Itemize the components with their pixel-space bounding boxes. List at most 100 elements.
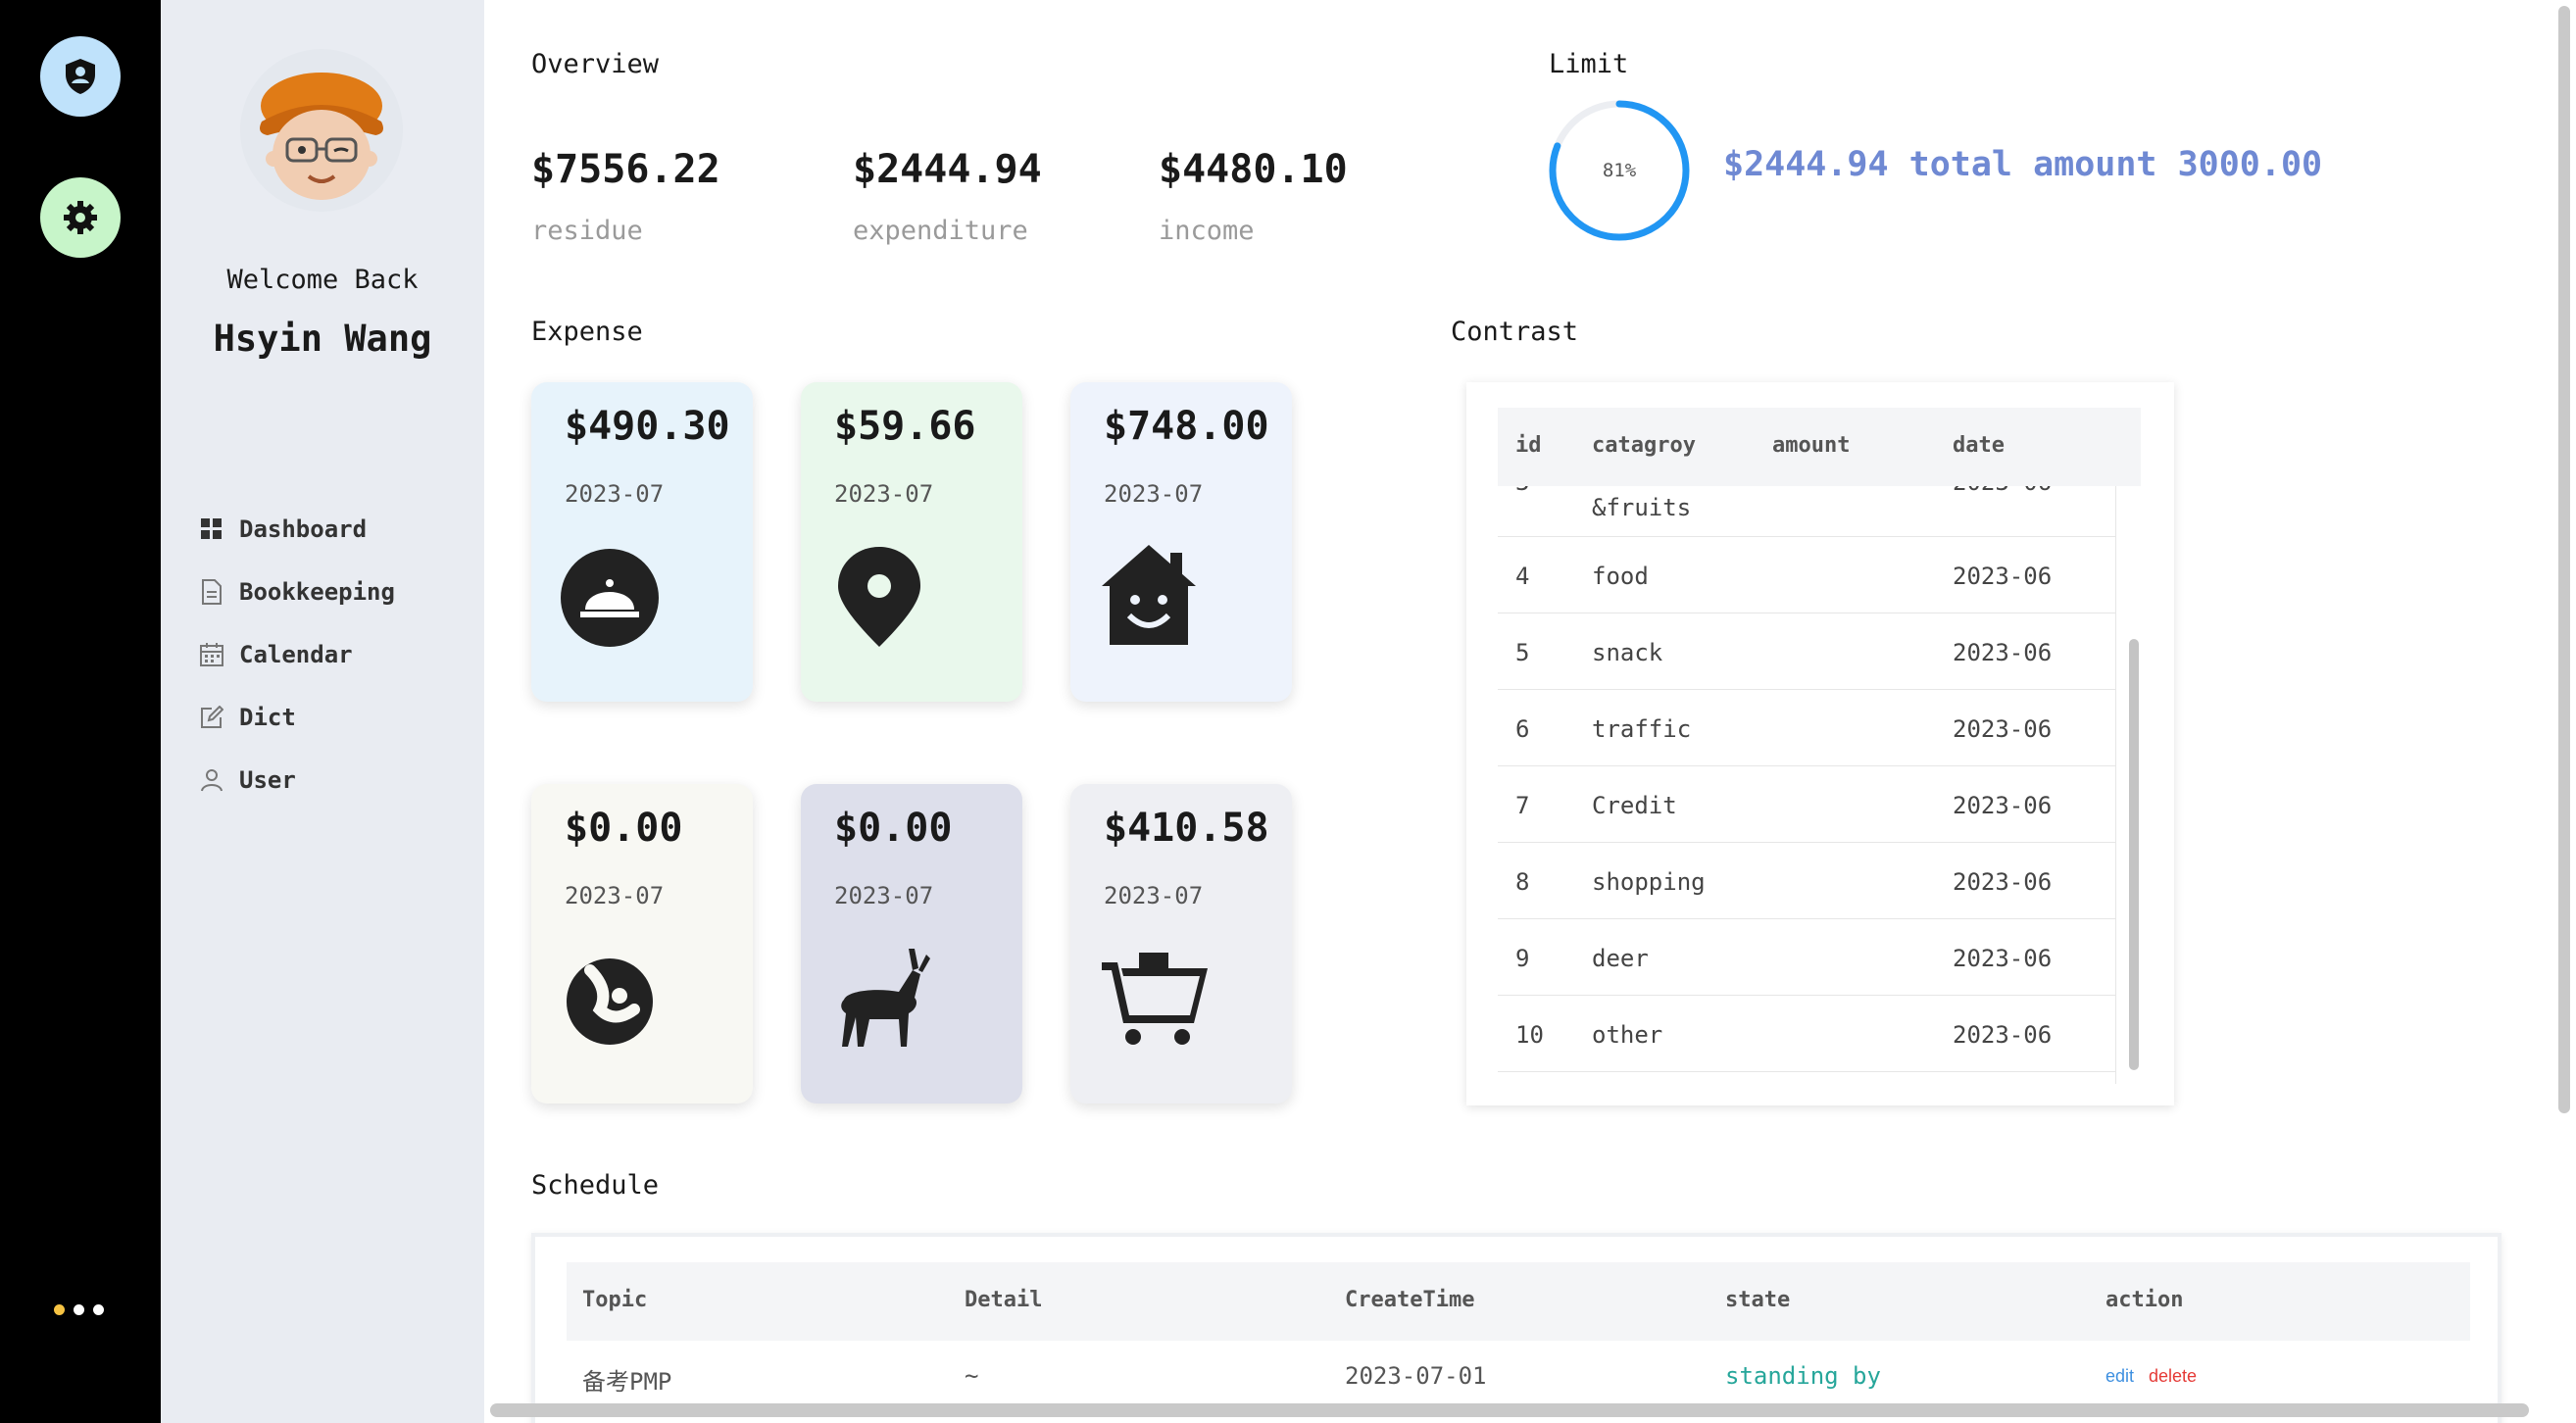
income-label: income	[1159, 216, 1255, 246]
gear-icon[interactable]	[40, 177, 121, 258]
table-row[interactable]: 7 Credit 2023-06	[1498, 766, 2115, 843]
expense-card[interactable]: $0.00 2023-07	[801, 784, 1022, 1104]
sidebar-item-label: Dict	[239, 704, 296, 731]
row-category: shopping	[1592, 868, 1706, 896]
residue-value: $7556.22	[531, 147, 720, 192]
more-dots-icon[interactable]	[54, 1304, 104, 1315]
row-id: 5	[1515, 639, 1530, 666]
expense-card[interactable]: $748.00 2023-07	[1070, 382, 1292, 702]
col-amount[interactable]: amount	[1772, 433, 1850, 458]
limit-progress-ring: 81%	[1547, 98, 1692, 243]
col-createtime: CreateTime	[1345, 1288, 1475, 1312]
main-content: Overview $7556.22 residue $2444.94 expen…	[484, 0, 2556, 1423]
row-date: 2023-06	[1953, 792, 2053, 819]
expenditure-value: $2444.94	[853, 147, 1042, 192]
row-id: 10	[1515, 1021, 1544, 1049]
page-scroll-track	[2554, 0, 2576, 1423]
sidebar-item-label: Bookkeeping	[239, 578, 395, 606]
swirl-icon	[561, 941, 678, 1058]
limit-percent: 81%	[1603, 160, 1637, 181]
shield-user-icon[interactable]	[40, 36, 121, 117]
edit-icon	[200, 706, 223, 729]
location-pin-icon	[830, 539, 948, 657]
row-category: deer	[1592, 945, 1649, 972]
overview-title: Overview	[531, 49, 660, 79]
schedule-title: Schedule	[531, 1170, 660, 1201]
table-row[interactable]: 5 snack 2023-06	[1498, 613, 2115, 690]
expense-date: 2023-07	[1104, 480, 1204, 508]
avatar[interactable]	[240, 49, 403, 212]
row-category: food	[1592, 563, 1649, 590]
sidebar-item-label: Dashboard	[239, 515, 368, 543]
row-id: 8	[1515, 868, 1530, 896]
table-header: id catagroy amount date	[1498, 408, 2141, 486]
table-row[interactable]: 9 deer 2023-06	[1498, 919, 2115, 996]
sidebar-item-label: User	[239, 766, 296, 794]
table-row[interactable]: 10 other 2023-06	[1498, 996, 2115, 1072]
row-date: 2023-06	[1953, 563, 2053, 590]
expense-card[interactable]: $490.30 2023-07	[531, 382, 753, 702]
expenditure-label: expenditure	[853, 216, 1028, 246]
service-bell-icon	[561, 539, 678, 657]
row-state: standing by	[1725, 1362, 1881, 1390]
vertical-scrollbar[interactable]	[2558, 6, 2570, 1113]
expense-title: Expense	[531, 317, 643, 347]
edit-link[interactable]: edit	[2105, 1366, 2134, 1387]
grid-icon	[200, 517, 223, 541]
table-row[interactable]: 4 food 2023-06	[1498, 537, 2115, 613]
calendar-icon	[200, 643, 223, 666]
row-id: 6	[1515, 715, 1530, 743]
horizontal-scrollbar[interactable]	[490, 1403, 2529, 1417]
limit-summary: $2444.94 total amount 3000.00	[1723, 145, 2323, 184]
expense-date: 2023-07	[834, 882, 934, 909]
sidebar-nav: Dashboard Bookkeeping Calendar Dict User	[200, 484, 395, 825]
row-id: 7	[1515, 792, 1530, 819]
expense-date: 2023-07	[1104, 882, 1204, 909]
table-row[interactable]: 3 &fruits 2023-06	[1498, 486, 2115, 537]
expense-amount: $410.58	[1104, 806, 1269, 851]
income-value: $4480.10	[1159, 147, 1348, 192]
shopping-cart-icon	[1100, 941, 1217, 1058]
row-date: 2023-06	[1953, 945, 2053, 972]
sidebar-item-label: Calendar	[239, 641, 353, 668]
contrast-title: Contrast	[1451, 317, 1579, 347]
col-category[interactable]: catagroy	[1592, 433, 1696, 458]
row-date: 2023-06	[1953, 639, 2053, 666]
col-date[interactable]: date	[1953, 433, 2005, 458]
row-category: other	[1592, 1021, 1663, 1049]
sidebar: Welcome Back Hsyin Wang Dashboard Bookke…	[161, 0, 484, 1423]
row-category: snack	[1592, 639, 1663, 666]
col-detail: Detail	[965, 1288, 1043, 1312]
row-date: 2023-06	[1953, 868, 2053, 896]
sidebar-item-user[interactable]: User	[200, 735, 395, 825]
expense-card[interactable]: $0.00 2023-07	[531, 784, 753, 1104]
expense-amount: $59.66	[834, 404, 976, 449]
expense-amount: $748.00	[1104, 404, 1269, 449]
welcome-text: Welcome Back	[226, 265, 419, 295]
delete-link[interactable]: delete	[2149, 1366, 2197, 1387]
expense-date: 2023-07	[565, 882, 665, 909]
row-date: 2023-06	[1953, 715, 2053, 743]
expense-date: 2023-07	[834, 480, 934, 508]
row-category: Credit	[1592, 792, 1677, 819]
expense-card[interactable]: $59.66 2023-07	[801, 382, 1022, 702]
table-body[interactable]: 3 &fruits 2023-06 4 food 2023-06 5 snack…	[1498, 486, 2115, 1084]
schedule-header: Topic Detail CreateTime state action	[567, 1262, 2470, 1341]
limit-title: Limit	[1549, 49, 1629, 79]
row-date: 2023-06	[1953, 1021, 2053, 1049]
row-createtime: 2023-07-01	[1345, 1362, 1487, 1390]
row-date: 2023-06	[1953, 486, 2052, 496]
col-id[interactable]: id	[1515, 433, 1542, 458]
row-topic: 备考PMP	[582, 1368, 672, 1396]
row-category: traffic	[1592, 715, 1692, 743]
deer-icon	[830, 941, 948, 1058]
table-scrollbar[interactable]	[2129, 639, 2139, 1070]
smiling-house-icon	[1100, 539, 1217, 657]
expense-card[interactable]: $410.58 2023-07	[1070, 784, 1292, 1104]
col-state: state	[1725, 1288, 1791, 1312]
user-icon	[200, 768, 223, 792]
expense-amount: $0.00	[834, 806, 953, 851]
table-row[interactable]: 6 traffic 2023-06	[1498, 690, 2115, 766]
col-topic: Topic	[582, 1288, 648, 1312]
table-row[interactable]: 8 shopping 2023-06	[1498, 843, 2115, 919]
